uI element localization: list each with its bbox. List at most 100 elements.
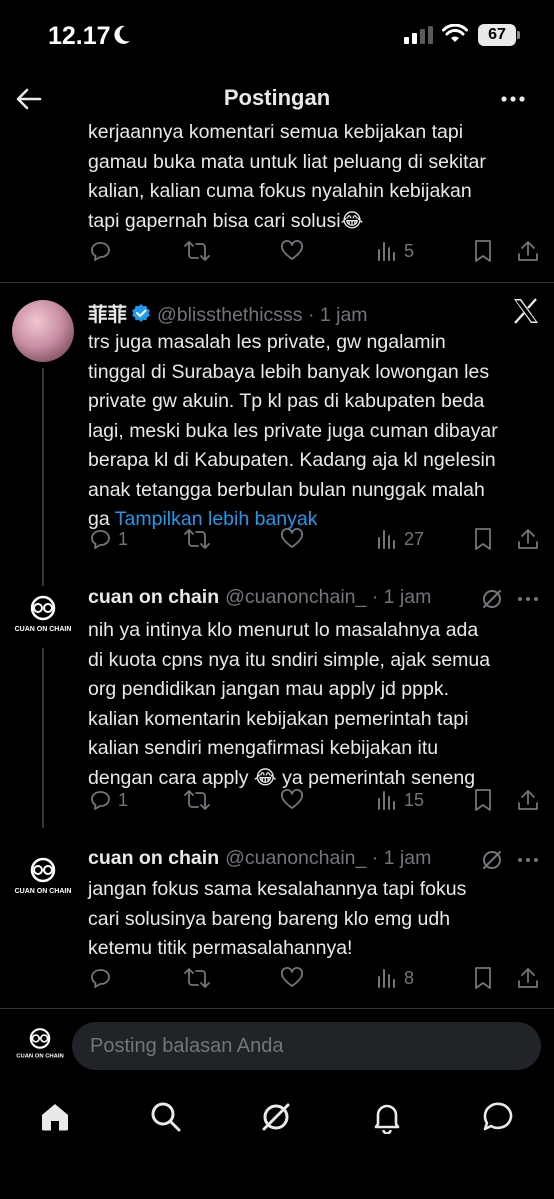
tweet-text: jangan fokus sama kesalahannya tapi foku… (88, 875, 548, 964)
reply-icon (91, 969, 110, 988)
repost-button[interactable] (184, 785, 210, 815)
divider (0, 1008, 554, 1009)
like-button[interactable] (280, 524, 304, 554)
more-icon[interactable] (498, 84, 528, 114)
heart-icon (281, 528, 303, 548)
cuan-logo-icon: CUAN ON CHAIN (15, 857, 72, 895)
share-button[interactable] (516, 236, 540, 266)
tweet-line: di kuota cpns nya itu sndiri simple, aja… (88, 648, 491, 671)
tweet-line: lagi, meski buka les private juga cuman … (88, 419, 498, 442)
tweet-line: kalian komentarin kebijakan pemerintah t… (88, 707, 469, 730)
display-name[interactable]: cuan on chain (88, 586, 219, 609)
tweet-line: berapa kl di Kabupaten. Kadang aja kl ng… (88, 449, 496, 471)
cuan-logo-icon: CUAN ON CHAIN (16, 1028, 64, 1060)
display-name[interactable]: cuan on chain (88, 847, 219, 870)
reply-avatar: CUAN ON CHAIN (14, 1020, 66, 1072)
avatar[interactable]: CUAN ON CHAIN (12, 848, 74, 910)
like-button[interactable] (280, 963, 304, 993)
divider (0, 282, 554, 283)
tweet-actions: 8 (0, 963, 554, 993)
reply-button[interactable]: 1 (88, 524, 128, 554)
avatar-brand-text: CUAN ON CHAIN (15, 888, 72, 895)
bottom-tab-bar (0, 1090, 554, 1142)
like-button[interactable] (280, 236, 304, 266)
verified-badge-icon (132, 303, 150, 322)
reply-button[interactable]: 1 (88, 785, 128, 815)
cuan-logo-icon: CUAN ON CHAIN (15, 595, 71, 633)
repost-icon (184, 790, 210, 810)
bookmark-button[interactable] (472, 236, 494, 266)
tweet-actions: 1 15 (0, 785, 554, 815)
views-button[interactable]: 8 (376, 963, 414, 993)
battery-tip (517, 31, 520, 39)
avatar[interactable] (12, 300, 74, 362)
search-icon[interactable] (149, 1100, 183, 1134)
views-icon (378, 242, 395, 261)
grok-icon[interactable] (259, 1100, 293, 1134)
bookmark-icon (475, 789, 491, 811)
bookmark-icon (475, 240, 491, 262)
share-button[interactable] (516, 785, 540, 815)
views-button[interactable]: 27 (376, 524, 424, 554)
views-count: 15 (404, 789, 425, 810)
grok-icon[interactable] (480, 848, 504, 872)
repost-icon (184, 968, 210, 988)
tweet-line: cari solusinya bareng bareng klo emg udh (88, 907, 451, 930)
reply-input[interactable]: Posting balasan Anda (72, 1022, 541, 1070)
reply-count: 1 (118, 528, 129, 549)
messages-icon[interactable] (481, 1100, 515, 1134)
share-icon (518, 529, 538, 549)
more-icon[interactable] (516, 848, 540, 872)
repost-button[interactable] (184, 963, 210, 993)
notifications-icon[interactable] (370, 1100, 404, 1134)
signal-icon (404, 26, 433, 44)
repost-button[interactable] (184, 236, 210, 266)
like-button[interactable] (280, 785, 304, 815)
status-bar: 12.17 67 (0, 0, 554, 72)
moon-icon (114, 25, 130, 44)
tweet-header: 菲菲 @blissthethicsss · 1 jam (88, 298, 368, 327)
display-name[interactable]: 菲菲 (88, 298, 127, 327)
tweet-line: kerjaannya komentari semua kebijakan tap… (88, 121, 464, 143)
tweet-line: private gw akuin. Tp kl pas di kabupaten… (88, 390, 485, 412)
more-icon[interactable] (516, 587, 540, 611)
bookmark-button[interactable] (472, 524, 494, 554)
bookmark-button[interactable] (472, 963, 494, 993)
tweet-header: cuan on chain @cuanonchain_ · 1 jam (88, 847, 431, 870)
status-time: 12.17 (48, 22, 111, 50)
handle-time: @blissthethicsss · 1 jam (157, 304, 368, 326)
share-icon (518, 241, 538, 261)
reply-icon (91, 791, 110, 810)
views-button[interactable]: 5 (376, 236, 414, 266)
page-title: Postingan (223, 85, 331, 110)
repost-icon (184, 241, 210, 261)
home-icon[interactable] (38, 1100, 72, 1134)
heart-icon (281, 789, 303, 809)
handle-time: @cuanonchain_ · 1 jam (225, 586, 432, 608)
battery-icon: 67 (478, 24, 516, 46)
grok-icon[interactable] (480, 587, 504, 611)
reply-button[interactable] (88, 963, 112, 993)
reply-button[interactable] (88, 236, 112, 266)
tweet-actions: 5 (0, 236, 554, 266)
views-icon (378, 530, 395, 549)
tweet-text: trs juga masalah les private, gw ngalami… (88, 328, 548, 535)
avatar-brand-text: CUAN ON CHAIN (16, 1054, 64, 1060)
header: Postingan (0, 72, 554, 126)
heart-icon (281, 967, 303, 987)
thread: kerjaannya komentari semua kebijakan tap… (0, 120, 554, 1010)
bookmark-button[interactable] (472, 785, 494, 815)
tweet-header: cuan on chain @cuanonchain_ · 1 jam (88, 586, 431, 609)
tweet-line: org pendidikan jangan mau apply jd pppk. (88, 678, 450, 700)
wifi-icon (442, 24, 468, 42)
repost-button[interactable] (184, 524, 210, 554)
share-icon (518, 968, 538, 988)
reply-icon (91, 242, 110, 261)
tweet-actions: 1 27 (0, 524, 554, 554)
tweet-line: gamau buka mata untuk liat peluang di se… (88, 150, 486, 173)
views-button[interactable]: 15 (376, 785, 424, 815)
share-button[interactable] (516, 524, 540, 554)
share-button[interactable] (516, 963, 540, 993)
avatar[interactable]: CUAN ON CHAIN (12, 586, 74, 648)
tweet-line: kalian sendiri mengafirmasi kebijakan it… (88, 737, 439, 759)
